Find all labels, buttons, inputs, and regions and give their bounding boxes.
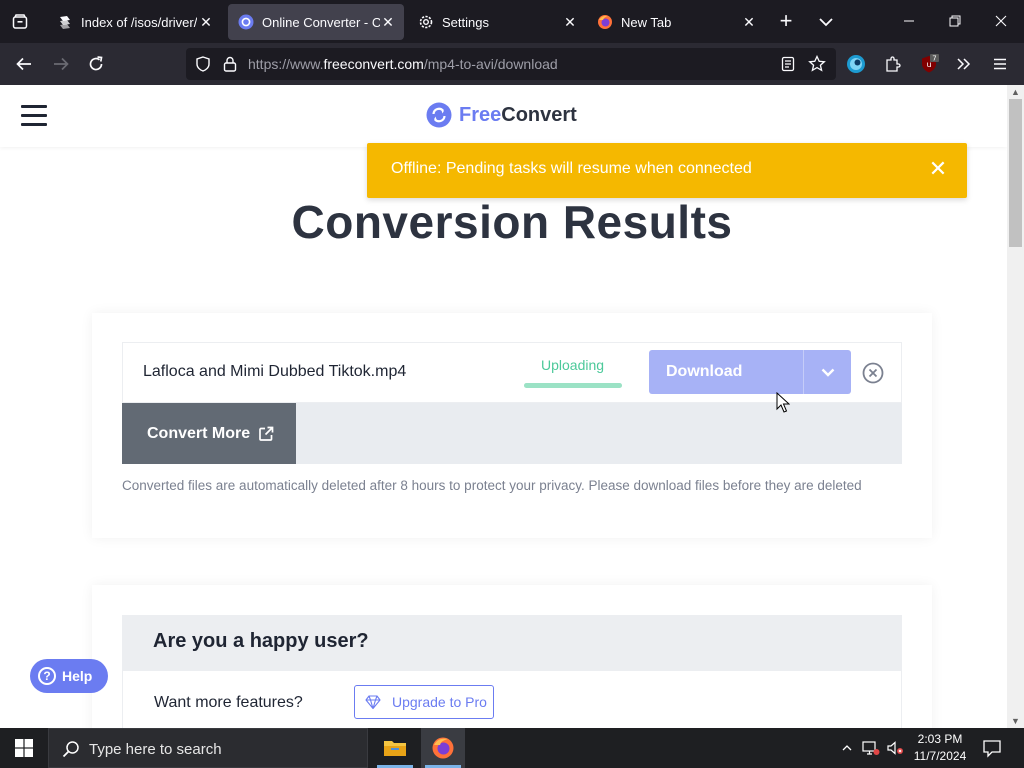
- browser-nav-bar: https://www.freeconvert.com/mp4-to-avi/d…: [0, 43, 1024, 85]
- remove-file-close-circle-icon[interactable]: [861, 361, 885, 385]
- ublock-origin-icon[interactable]: u7: [916, 52, 942, 76]
- tab-title: Online Converter - Con: [262, 14, 380, 30]
- forward-arrow-icon[interactable]: [48, 52, 74, 76]
- extension-badge-count: 7: [932, 55, 936, 63]
- happy-user-body: Want more features? Upgrade to Pro: [122, 670, 902, 728]
- search-icon: [62, 741, 79, 758]
- scrollbar-thumb[interactable]: [1009, 99, 1022, 247]
- logo-text-free: Free: [459, 103, 502, 126]
- convert-more-label: Convert More: [147, 424, 251, 442]
- taskbar-search-box[interactable]: Type here to search: [48, 728, 368, 768]
- help-button[interactable]: ? Help: [30, 659, 108, 693]
- shield-icon[interactable]: [194, 55, 212, 73]
- external-link-icon: [259, 426, 274, 441]
- tab-new-tab[interactable]: New Tab ✕: [587, 4, 765, 40]
- clock-date: 11/7/2024: [913, 749, 967, 763]
- tray-overflow-chevron-icon[interactable]: [838, 728, 856, 768]
- firefox-taskbar-icon[interactable]: [421, 728, 465, 768]
- close-icon[interactable]: ✕: [380, 14, 396, 30]
- convert-more-button[interactable]: Convert More: [122, 403, 296, 464]
- happy-user-heading: Are you a happy user?: [153, 630, 369, 652]
- question-icon: ?: [38, 667, 56, 685]
- tab-title: New Tab: [621, 14, 672, 30]
- privacy-note: Converted files are automatically delete…: [122, 478, 862, 493]
- minimize-window-icon[interactable]: [886, 8, 932, 36]
- chevron-down-icon[interactable]: [804, 350, 851, 394]
- network-icon[interactable]: [860, 728, 882, 768]
- close-icon[interactable]: ✕: [198, 14, 214, 30]
- page-scrollbar[interactable]: ▲ ▼: [1007, 85, 1024, 728]
- happy-user-card: Are you a happy user? Want more features…: [92, 585, 932, 728]
- download-button-label: Download: [666, 363, 743, 380]
- taskbar-clock[interactable]: 2:03 PM 11/7/2024: [906, 731, 974, 765]
- freeconvert-logo[interactable]: Free Convert: [426, 102, 577, 128]
- freeconvert-icon: [238, 14, 254, 30]
- file-explorer-icon[interactable]: [373, 728, 417, 768]
- tab-index-isos-driver[interactable]: Index of /isos/driver/ ✕: [47, 4, 222, 40]
- address-bar[interactable]: https://www.freeconvert.com/mp4-to-avi/d…: [186, 48, 836, 80]
- windows-start-icon[interactable]: [0, 728, 48, 768]
- help-label: Help: [62, 668, 93, 684]
- hamburger-menu-icon[interactable]: [987, 52, 1013, 76]
- restore-window-icon[interactable]: [932, 8, 978, 36]
- chevron-down-icon[interactable]: [814, 10, 838, 34]
- clock-time: 2:03 PM: [917, 732, 963, 746]
- search-placeholder: Type here to search: [89, 741, 222, 758]
- upgrade-label: Upgrade to Pro: [392, 694, 487, 710]
- new-tab-plus-icon[interactable]: +: [774, 10, 798, 34]
- firefox-icon: [597, 14, 613, 30]
- close-icon[interactable]: ✕: [927, 157, 949, 181]
- back-arrow-icon[interactable]: [11, 52, 37, 76]
- scroll-up-arrow-icon[interactable]: ▲: [1007, 85, 1024, 99]
- reload-icon[interactable]: [83, 52, 109, 76]
- upload-progress-bar: [524, 383, 622, 388]
- offline-toast: Offline: Pending tasks will resume when …: [367, 143, 967, 198]
- bookmark-star-icon[interactable]: [808, 55, 826, 73]
- tab-title: Index of /isos/driver/: [81, 14, 198, 30]
- upgrade-to-pro-button[interactable]: Upgrade to Pro: [354, 685, 494, 719]
- web-page: Free Convert Conversion Results Lafloca a…: [0, 85, 1007, 728]
- tab-settings[interactable]: Settings ✕: [408, 4, 586, 40]
- account-avatar-icon[interactable]: [843, 52, 869, 76]
- scroll-down-arrow-icon[interactable]: ▼: [1007, 714, 1024, 728]
- gear-icon: [418, 14, 434, 30]
- page-title: Conversion Results: [291, 196, 733, 248]
- site-menu-icon[interactable]: [21, 105, 47, 127]
- tab-title: Settings: [442, 14, 489, 30]
- url-text[interactable]: https://www.freeconvert.com/mp4-to-avi/d…: [248, 56, 558, 72]
- close-icon[interactable]: ✕: [562, 14, 578, 30]
- tab-online-converter[interactable]: Online Converter - Con ✕: [228, 4, 404, 40]
- extensions-puzzle-icon[interactable]: [880, 52, 906, 76]
- site-header: Free Convert: [0, 85, 1007, 147]
- upload-status-label: Uploading: [541, 357, 605, 373]
- windows-taskbar: Type here to search 2:03 PM 11/7/2024: [0, 728, 1024, 768]
- firefox-view-icon[interactable]: [6, 8, 34, 36]
- close-icon[interactable]: ✕: [741, 14, 757, 30]
- features-label: Want more features?: [154, 694, 303, 711]
- toast-message: Offline: Pending tasks will resume when …: [391, 160, 752, 177]
- download-button[interactable]: Download: [649, 350, 851, 394]
- conversion-results-card: Lafloca and Mimi Dubbed Tiktok.mp4 Uploa…: [92, 313, 932, 538]
- reader-view-icon[interactable]: [779, 55, 797, 73]
- close-window-icon[interactable]: [978, 8, 1024, 36]
- volume-muted-icon[interactable]: [884, 728, 906, 768]
- file-name: Lafloca and Mimi Dubbed Tiktok.mp4: [143, 363, 407, 380]
- happy-user-header: Are you a happy user?: [122, 615, 902, 670]
- folder-stack-icon: [57, 14, 73, 30]
- mouse-cursor-icon: [776, 392, 790, 413]
- browser-tab-strip: Index of /isos/driver/ ✕ Online Converte…: [0, 0, 1024, 43]
- overflow-chevrons-icon[interactable]: [951, 52, 977, 76]
- logo-text-convert: Convert: [501, 103, 577, 126]
- lock-icon[interactable]: [221, 55, 239, 73]
- diamond-icon: [365, 695, 381, 710]
- notifications-icon[interactable]: [980, 736, 1004, 760]
- freeconvert-logo-icon: [426, 102, 452, 128]
